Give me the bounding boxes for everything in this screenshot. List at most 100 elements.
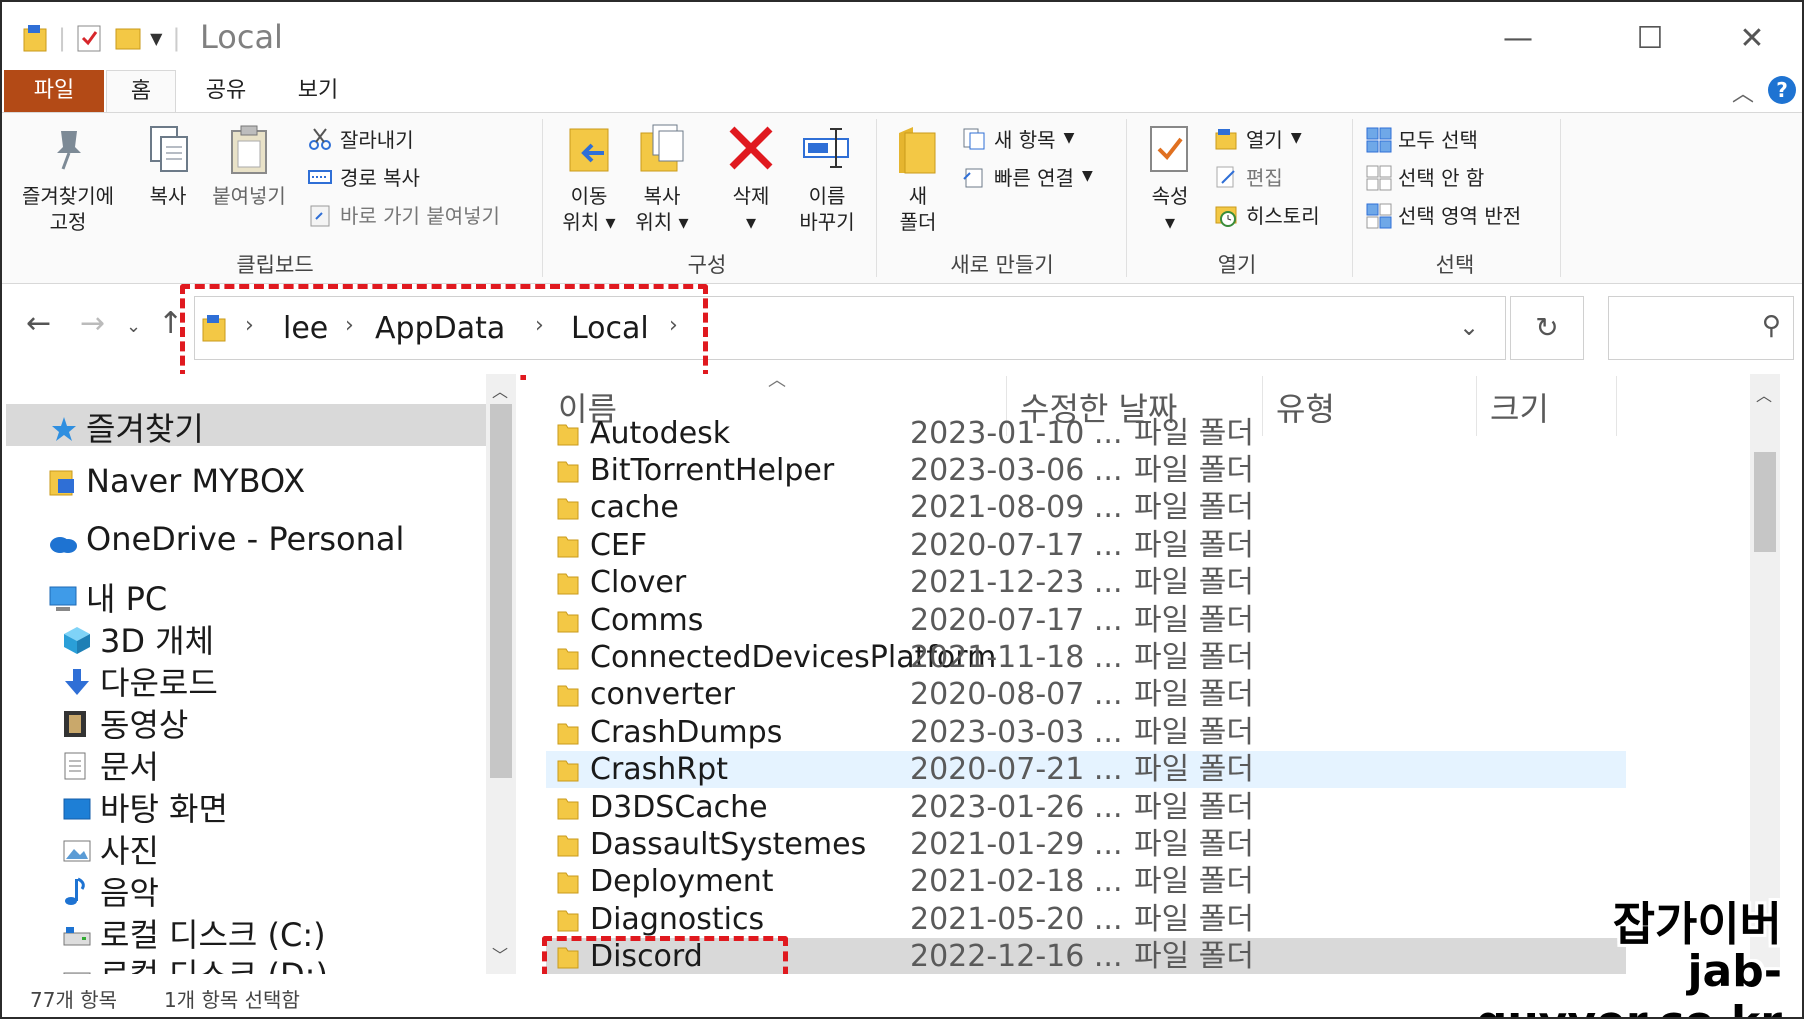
paste-shortcut-button[interactable]: 바로 가기 붙여넣기 [308, 199, 500, 229]
nav-label: OneDrive - Personal [86, 520, 405, 558]
picture-icon [62, 835, 92, 863]
nav-scrollbar-thumb[interactable] [490, 404, 512, 778]
pin-to-quick-access-button[interactable]: 즐겨찾기에 고정 [16, 123, 120, 235]
tab-view[interactable]: 보기 [284, 70, 352, 112]
group-title-select: 선택 [1435, 253, 1475, 277]
edit-button[interactable]: 편집 [1214, 161, 1283, 191]
select-all-button[interactable]: 모두 선택 [1366, 123, 1478, 153]
address-history-dropdown[interactable]: ⌄ [1459, 313, 1479, 341]
nav-item-desktop[interactable]: 바탕 화면 [62, 784, 228, 830]
nav-item-favorites[interactable]: 즐겨찾기 [50, 404, 204, 450]
recent-locations-dropdown[interactable]: ⌄ [126, 316, 141, 337]
group-title-organize: 구성 [687, 253, 727, 277]
file-row[interactable]: ConnectedDevicesPlatform 2021-11-18 ... 파일… [546, 639, 1626, 676]
new-folder-button[interactable]: 새 폴더 [888, 123, 948, 235]
paste-button[interactable]: 붙여넣기 [206, 123, 292, 209]
file-row[interactable]: BitTorrentHelper 2023-03-06 ... 파일 폴더 [546, 452, 1626, 489]
copy-button[interactable]: 복사 [138, 123, 198, 209]
move-to-button[interactable]: 이동 위치 ▾ [554, 123, 624, 235]
ribbon-tabs: 파일 홈 공유 보기 ︿ ? [2, 70, 1802, 113]
file-scrollbar[interactable]: ︿ [1750, 374, 1780, 974]
file-row[interactable]: Deployment 2021-02-18 ... 파일 폴더 [546, 863, 1626, 900]
group-separator [1560, 119, 1561, 277]
file-row[interactable]: Autodesk 2023-01-10 ... 파일 폴더 [546, 415, 1626, 452]
easy-access-label: 빠른 연결 [994, 165, 1074, 190]
properties-check-icon[interactable] [76, 23, 102, 53]
search-input[interactable]: ⚲ [1608, 296, 1794, 360]
file-row[interactable]: Clover 2021-12-23 ... 파일 폴더 [546, 564, 1626, 601]
nav-label: Naver MYBOX [86, 462, 306, 500]
file-row[interactable]: CEF 2020-07-17 ... 파일 폴더 [546, 527, 1626, 564]
new-item-button[interactable]: 새 항목 ▼ [962, 123, 1074, 153]
nav-item-documents[interactable]: 문서 [62, 742, 159, 788]
pin-icon [43, 123, 93, 177]
nav-scrollbar[interactable]: ︿ ﹀ [486, 374, 516, 974]
file-name: Autodesk [590, 415, 731, 451]
nav-item-this-pc[interactable]: 내 PC [48, 574, 167, 620]
nav-item-naver-mybox[interactable]: Naver MYBOX [48, 462, 305, 500]
sort-ascending-icon: ︿ [768, 374, 786, 391]
forward-button[interactable]: → [80, 306, 105, 341]
scroll-up-icon[interactable]: ︿ [492, 378, 508, 402]
scroll-up-icon[interactable]: ︿ [1756, 382, 1772, 406]
nav-item-3d-objects[interactable]: 3D 개체 [62, 616, 214, 662]
folder-icon [556, 495, 580, 521]
group-separator [876, 119, 877, 277]
file-row[interactable]: DassaultSystemes 2021-01-29 ... 파일 폴더 [546, 826, 1626, 863]
collapse-ribbon-icon[interactable]: ︿ [1732, 76, 1754, 108]
folder-icon [556, 645, 580, 671]
folder-icon [556, 757, 580, 783]
scroll-down-icon[interactable]: ﹀ [492, 942, 508, 966]
move-to-label-2: 위치 ▾ [562, 210, 616, 234]
file-scrollbar-thumb[interactable] [1754, 452, 1776, 552]
nav-label: 바탕 화면 [100, 790, 228, 828]
rename-button[interactable]: 이름 바꾸기 [792, 123, 862, 235]
group-separator [1126, 119, 1127, 277]
properties-button[interactable]: 속성 ▾ [1140, 123, 1200, 235]
maximize-button[interactable]: ☐ [1620, 16, 1680, 60]
delete-button[interactable]: 삭제 ▾ [720, 123, 782, 235]
file-row[interactable]: converter 2020-08-07 ... 파일 폴더 [546, 676, 1626, 713]
nav-item-music[interactable]: 음악 [62, 868, 159, 914]
tab-share[interactable]: 공유 [192, 70, 260, 112]
edit-label: 편집 [1246, 165, 1283, 190]
history-icon [1214, 203, 1238, 227]
title-bar: | ▼ | Local — ☐ ✕ [2, 2, 1802, 70]
tab-home[interactable]: 홈 [106, 70, 176, 113]
refresh-button[interactable]: ↻ [1510, 296, 1584, 360]
explorer-app-icon[interactable] [22, 23, 48, 53]
nav-label: 즐겨찾기 [86, 410, 204, 448]
file-row[interactable]: Comms 2020-07-17 ... 파일 폴더 [546, 602, 1626, 639]
nav-item-local-disk-d[interactable]: 로컬 디스크 (D:) [62, 950, 328, 974]
copy-path-button[interactable]: 경로 복사 [308, 161, 420, 191]
drive-icon [62, 959, 92, 974]
help-icon[interactable]: ? [1768, 76, 1796, 104]
close-button[interactable]: ✕ [1722, 16, 1782, 60]
nav-item-pictures[interactable]: 사진 [62, 826, 159, 872]
file-row[interactable]: Diagnostics 2021-05-20 ... 파일 폴더 [546, 901, 1626, 938]
open-button[interactable]: 열기 ▼ [1214, 123, 1302, 153]
minimize-button[interactable]: — [1488, 16, 1548, 60]
file-date: 2020-08-07 ... [910, 677, 1123, 713]
file-row[interactable]: CrashRpt 2020-07-21 ... 파일 폴더 [546, 751, 1626, 789]
select-none-button[interactable]: 선택 안 함 [1366, 161, 1484, 191]
file-type: 파일 폴더 [1134, 565, 1254, 601]
file-row[interactable]: CrashDumps 2023-03-03 ... 파일 폴더 [546, 714, 1626, 751]
new-folder-quick-icon[interactable] [114, 23, 142, 53]
tab-file[interactable]: 파일 [4, 70, 104, 112]
history-button[interactable]: 히스토리 [1214, 199, 1320, 229]
folder-icon [556, 907, 580, 933]
cut-button[interactable]: 잘라내기 [308, 123, 414, 153]
invert-selection-button[interactable]: 선택 영역 반전 [1366, 199, 1521, 229]
file-date: 2023-03-03 ... [910, 714, 1123, 750]
file-name: Deployment [590, 864, 774, 900]
customize-dropdown-icon[interactable]: ▼ [150, 29, 162, 48]
copy-to-button[interactable]: 복사 위치 ▾ [626, 123, 698, 235]
back-button[interactable]: ← [26, 306, 51, 341]
easy-access-button[interactable]: 빠른 연결 ▼ [962, 161, 1093, 191]
nav-item-onedrive[interactable]: OneDrive - Personal [48, 520, 404, 558]
nav-item-downloads[interactable]: 다운로드 [62, 658, 218, 704]
file-row[interactable]: D3DSCache 2023-01-26 ... 파일 폴더 [546, 789, 1626, 826]
file-row[interactable]: cache 2021-08-09 ... 파일 폴더 [546, 489, 1626, 526]
nav-item-videos[interactable]: 동영상 [62, 700, 188, 746]
